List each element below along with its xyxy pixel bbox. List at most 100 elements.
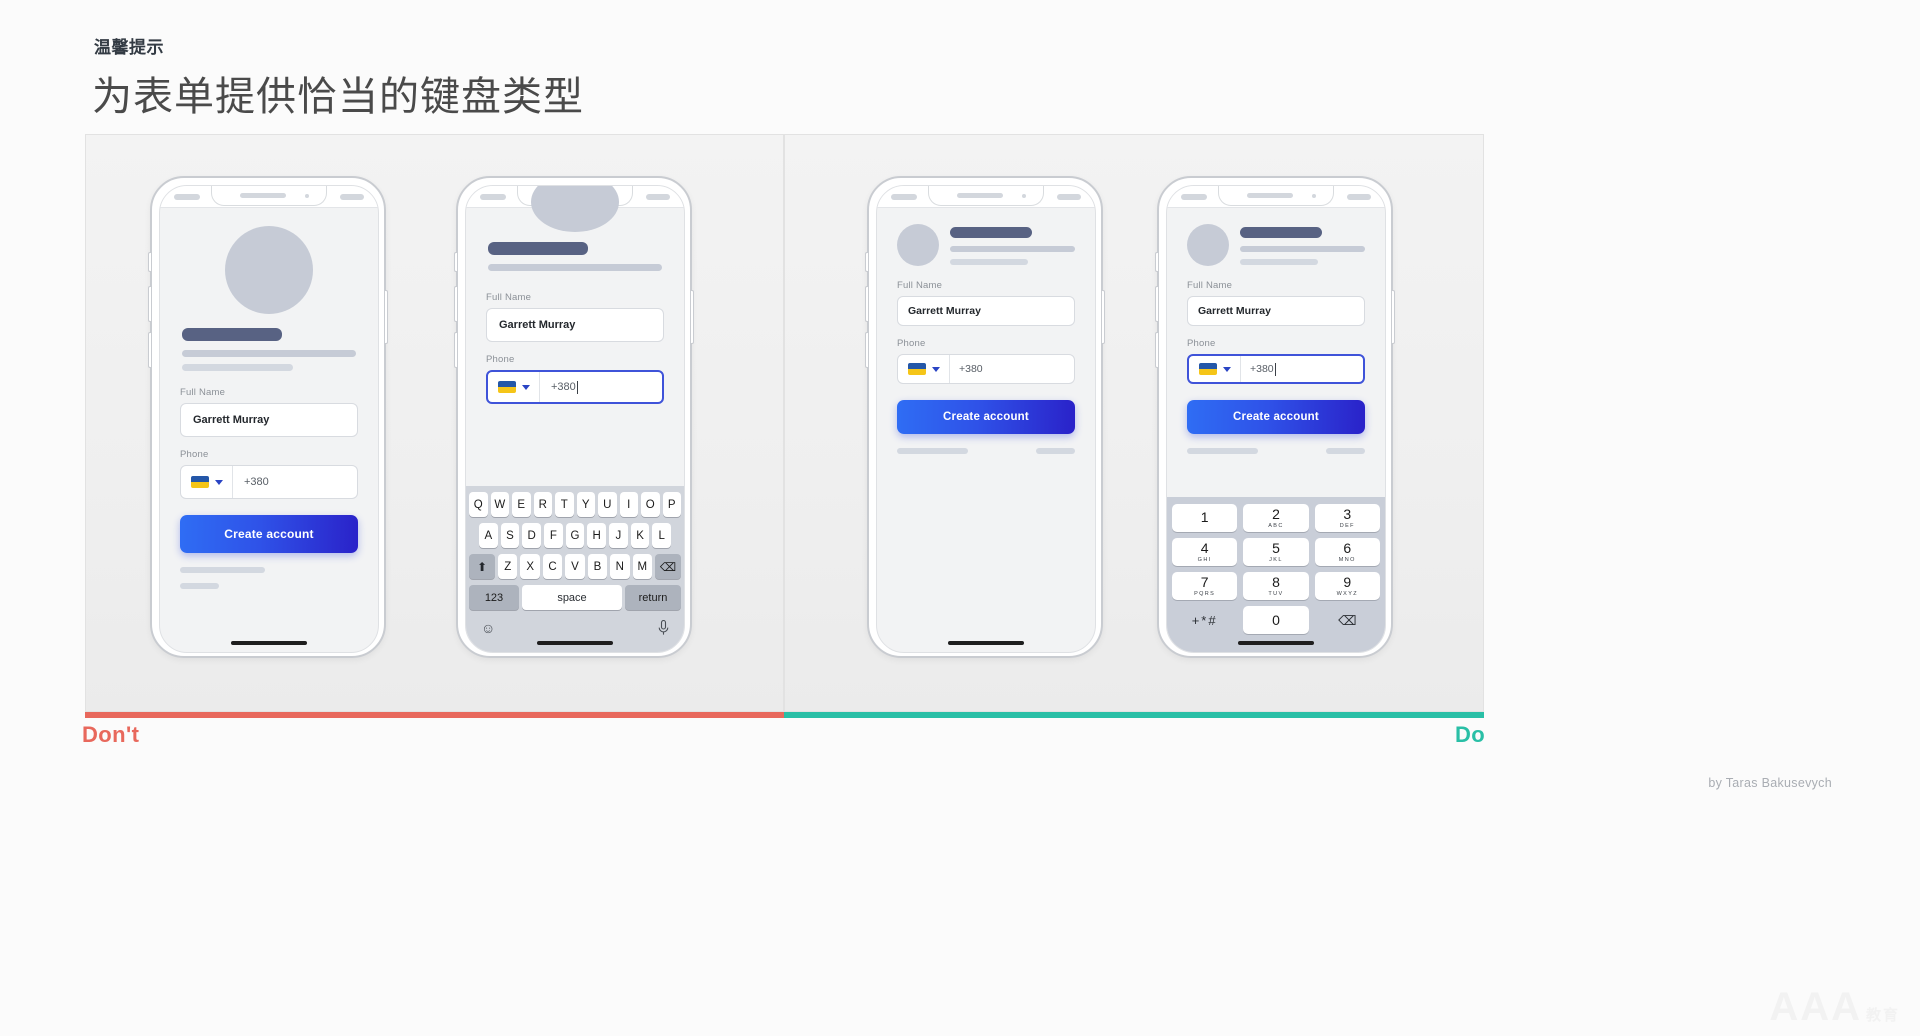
create-account-button[interactable]: Create account xyxy=(1187,400,1365,434)
status-bar-icons xyxy=(1057,194,1081,200)
keypad-key-symbols[interactable]: +*# xyxy=(1172,606,1237,634)
key-f[interactable]: F xyxy=(544,523,563,548)
key-h[interactable]: H xyxy=(587,523,607,548)
phone-volume-down-button xyxy=(865,332,868,368)
keypad-key-1[interactable]: 1 xyxy=(1172,504,1238,532)
keypad-backspace-icon[interactable]: ⌫ xyxy=(1315,606,1380,634)
key-b[interactable]: B xyxy=(587,554,608,579)
keypad-digit: 7 xyxy=(1200,574,1209,590)
phone-label: Phone xyxy=(180,449,209,460)
key-i[interactable]: I xyxy=(619,492,638,517)
microphone-icon[interactable] xyxy=(658,620,669,636)
key-k[interactable]: K xyxy=(630,523,650,548)
phone-number-field[interactable]: +380 xyxy=(233,466,357,498)
key-m[interactable]: M xyxy=(632,554,652,579)
key-d[interactable]: D xyxy=(522,523,541,548)
key-u[interactable]: U xyxy=(598,492,617,517)
full-name-input[interactable]: Garrett Murray xyxy=(180,403,358,437)
keypad-key-2[interactable]: 2 ABC xyxy=(1243,504,1309,532)
numbers-key[interactable]: 123 xyxy=(469,585,519,610)
phone-side-button xyxy=(148,252,151,272)
space-key[interactable]: space xyxy=(522,585,622,610)
keypad-key-4[interactable]: 4 GHI xyxy=(1172,538,1238,566)
shift-key-icon[interactable]: ⬆ xyxy=(469,554,496,579)
key-g[interactable]: G xyxy=(565,523,585,548)
dont-label: Don't xyxy=(82,722,140,747)
create-account-button[interactable]: Create account xyxy=(180,515,358,553)
country-code-selector[interactable] xyxy=(898,355,950,383)
key-a[interactable]: A xyxy=(478,523,498,548)
keypad-key-3[interactable]: 3 DEF xyxy=(1314,504,1380,532)
phone-screen-3: Full Name Garrett Murray Phone +380 Crea… xyxy=(876,185,1096,653)
avatar xyxy=(1187,224,1229,266)
full-name-label: Full Name xyxy=(180,387,226,398)
keypad-key-7[interactable]: 7 PQRS xyxy=(1172,572,1238,600)
full-name-input[interactable]: Garrett Murray xyxy=(897,296,1075,326)
key-y[interactable]: Y xyxy=(576,492,595,517)
phone-input[interactable]: +380 xyxy=(180,465,358,499)
create-account-button[interactable]: Create account xyxy=(897,400,1075,434)
keypad-key-9[interactable]: 9 WXYZ xyxy=(1314,572,1380,600)
numeric-keypad[interactable]: 1 2 ABC 3 DEF 4 GHI 5 JKL 6 MNO 7 PQRS 8… xyxy=(1167,497,1385,652)
status-bar-time xyxy=(480,194,506,200)
full-name-input[interactable]: Garrett Murray xyxy=(1187,296,1365,326)
key-s[interactable]: S xyxy=(500,523,520,548)
qwerty-keyboard[interactable]: Q W E R T Y U I O P A S D F G H J K L ⬆ … xyxy=(466,486,684,652)
key-p[interactable]: P xyxy=(662,492,681,517)
phone-screen-2: Full Name Garrett Murray Phone +380 Q W … xyxy=(465,185,685,653)
keypad-digit: 2 xyxy=(1272,506,1280,522)
backspace-key-icon[interactable]: ⌫ xyxy=(654,554,681,579)
country-code-selector[interactable] xyxy=(1189,356,1241,382)
earpiece-speaker-icon xyxy=(240,193,286,198)
key-w[interactable]: W xyxy=(490,492,509,517)
keypad-key-0[interactable]: 0 xyxy=(1243,606,1309,634)
keypad-digit: 8 xyxy=(1272,574,1280,590)
key-o[interactable]: O xyxy=(641,492,660,517)
phone-number-field[interactable]: +380 xyxy=(1241,356,1363,382)
key-n[interactable]: N xyxy=(610,554,630,579)
emoji-icon[interactable]: ☺ xyxy=(481,620,495,636)
phone-power-button xyxy=(691,290,694,344)
keypad-letters: WXYZ xyxy=(1336,591,1359,597)
key-q[interactable]: Q xyxy=(469,492,488,517)
return-key[interactable]: return xyxy=(625,585,681,610)
keypad-key-8[interactable]: 8 TUV xyxy=(1243,572,1309,600)
do-underline-rule xyxy=(784,712,1484,718)
phone-input[interactable]: +380 xyxy=(897,354,1075,384)
key-x[interactable]: X xyxy=(520,554,540,579)
key-c[interactable]: C xyxy=(542,554,563,579)
key-e[interactable]: E xyxy=(512,492,531,517)
full-name-input[interactable]: Garrett Murray xyxy=(486,308,664,342)
phone-mockup-3: Full Name Garrett Murray Phone +380 Crea… xyxy=(865,176,1105,658)
status-bar-icons xyxy=(340,194,364,200)
phone-number-field[interactable]: +380 xyxy=(540,372,662,402)
profile-line-1 xyxy=(488,264,662,271)
phone-volume-down-button xyxy=(1155,332,1158,368)
key-j[interactable]: J xyxy=(609,523,628,548)
ukraine-flag-icon xyxy=(190,476,209,488)
country-code-selector[interactable] xyxy=(181,466,233,498)
key-r[interactable]: R xyxy=(533,492,552,517)
phone-number-field[interactable]: +380 xyxy=(950,355,1074,383)
keypad-key-5[interactable]: 5 JKL xyxy=(1243,538,1309,566)
key-t[interactable]: T xyxy=(555,492,574,517)
key-v[interactable]: V xyxy=(565,554,585,579)
keypad-digit: 3 xyxy=(1343,506,1352,522)
phone-input-focused[interactable]: +380 xyxy=(1187,354,1365,384)
phone-notch xyxy=(211,186,327,206)
keypad-digit: +*# xyxy=(1191,612,1218,628)
phone-volume-down-button xyxy=(148,332,151,368)
keypad-row-2: 4 GHI 5 JKL 6 MNO xyxy=(1172,538,1380,566)
keypad-key-6[interactable]: 6 MNO xyxy=(1314,538,1380,566)
ukraine-flag-icon xyxy=(907,363,926,375)
front-camera-icon xyxy=(1022,194,1026,198)
keypad-digit: 5 xyxy=(1272,540,1280,556)
country-code-selector[interactable] xyxy=(488,372,540,402)
key-l[interactable]: L xyxy=(652,523,672,548)
phone-input-focused[interactable]: +380 xyxy=(486,370,664,404)
keypad-row-3: 7 PQRS 8 TUV 9 WXYZ xyxy=(1172,572,1380,600)
signup-form-3: Full Name Garrett Murray Phone +380 Crea… xyxy=(877,280,1095,434)
keypad-digit: 6 xyxy=(1343,540,1352,556)
key-z[interactable]: Z xyxy=(498,554,518,579)
keypad-letters: PQRS xyxy=(1194,591,1216,597)
